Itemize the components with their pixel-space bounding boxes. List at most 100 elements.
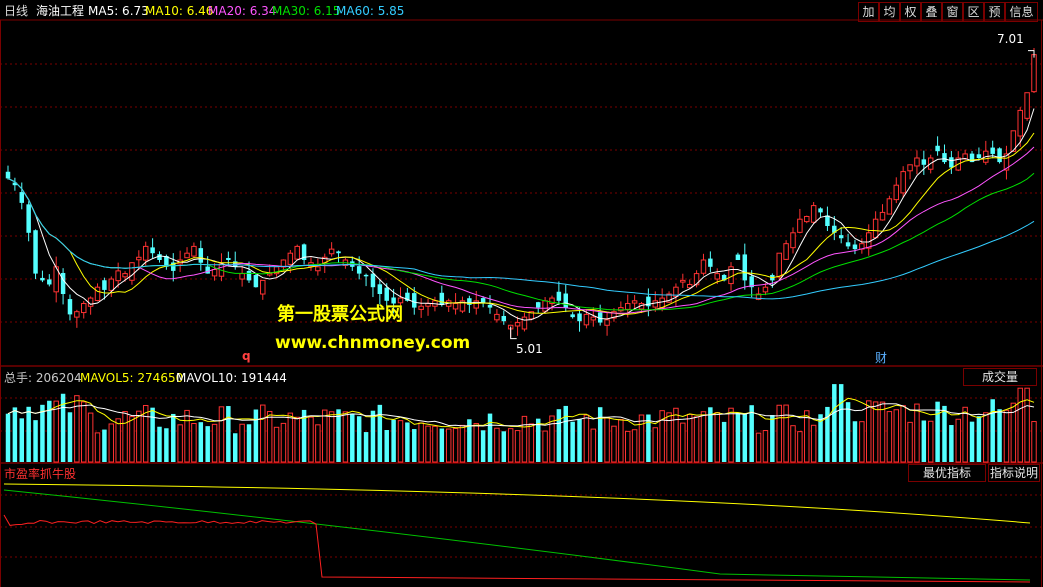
volume-bar-up [624,430,631,463]
candle-down [33,230,38,274]
volume-indicator-button[interactable]: 成交量 [963,368,1037,386]
candle-down [157,254,162,260]
volume-bar-down [26,406,31,462]
candle-down [19,192,25,203]
volume-bar-down [363,432,369,462]
volume-bar-down [997,409,1002,462]
candle-down [246,270,252,281]
finance-marker[interactable]: 财 [875,351,887,365]
volume-bar-up [273,426,280,463]
candle-up [452,303,459,310]
candle-up [315,266,321,272]
volume-bar-up [184,409,190,463]
volume-bar-up [425,425,431,463]
volume-bar-down [487,413,493,462]
volume-bar-up [686,413,693,463]
candle-up [287,252,294,265]
volume-bar-up [521,415,528,463]
candle-up [1031,54,1037,93]
volume-bar-up [879,401,886,463]
candle-up [142,245,149,261]
candle-down [976,154,982,158]
candle-up [514,322,521,327]
candle-down [487,304,493,308]
volume-bar-down [439,428,445,462]
candle-up [294,245,300,260]
indicator-green-line [3,489,1031,581]
volume-bar-up [87,412,94,463]
volume-bar-down [570,421,575,462]
watermark-title: 第一股票公式网 [277,304,403,325]
volume-bar-up [872,401,879,463]
volume-bar-down [501,431,507,462]
candle-up [680,279,686,283]
candle-up [129,262,135,281]
candle-up [1017,109,1023,137]
indicator-help-button[interactable]: 指标说明 [988,464,1040,482]
volume-bar-up [260,404,266,463]
candle-up [893,184,900,201]
candle-up [590,316,597,321]
volume-bar-down [942,405,947,462]
volume-bar-up [900,405,906,463]
candle-up [907,164,913,172]
volume-bar-up [638,414,645,463]
volume-bar-up [907,421,913,463]
volume-bar-up [280,422,287,463]
candle-down [67,299,73,315]
volume-bar-down [852,421,858,462]
volume-bar-up [886,411,893,463]
volume-bar-down [350,413,355,462]
volume-bar-up [445,428,452,463]
ma60-line [7,177,1035,300]
candle-up [624,303,631,310]
candle-up [260,279,266,295]
volume-bar-down [67,412,73,462]
candle-up [239,273,245,280]
candle-up [87,297,94,307]
indicator-title[interactable]: 市盈率抓牛股 [4,467,76,481]
candle-down [556,291,562,301]
candle-down [384,287,389,301]
volume-bar-down [12,407,18,462]
best-indicator-button[interactable]: 最优指标 [908,464,986,482]
candle-up [783,243,789,260]
candle-up [872,218,879,239]
candle-up [914,157,920,167]
ma10-line [7,132,1035,315]
volume-bar-down [226,406,231,462]
volume-bar-up [122,411,128,463]
volume-bar-up [983,412,989,463]
candle-up [583,313,590,326]
volume-bar-up [287,412,294,463]
volume-bar-down [935,401,940,462]
volume-bar-up [136,410,142,463]
volume-bar-up [893,409,900,463]
volume-bar-up [1031,421,1037,463]
volume-bar-up [459,424,466,463]
candle-up [790,232,796,249]
volume-bar-up [528,423,535,463]
event-marker-q[interactable]: q [242,349,251,363]
stock-chart-window: 日线 海油工程 MA5: 6.73 MA10: 6.46 MA20: 6.34 … [0,0,1043,587]
candle-up [714,273,720,280]
volume-bar-up [618,418,624,463]
volume-bar-up [604,417,610,463]
candle-down [535,302,541,308]
mavol5-label: MAVOL5: 274650 [80,371,184,385]
candle-up [122,273,128,278]
volume-bar-up [507,428,514,463]
volume-bar-up [315,424,321,463]
volume-bar-down [749,405,754,462]
volume-bar-up [700,411,707,463]
candle-down [5,171,11,179]
grid-lines [0,19,1043,587]
chart-canvas[interactable] [0,0,1043,587]
candle-up [115,270,121,282]
volume-bar-down [40,404,45,462]
high-price-label: 7.01 [997,32,1024,46]
volume-bar-up [680,422,686,463]
candle-up [631,300,638,304]
candle-up [191,245,197,257]
volume-bar-down [969,421,975,462]
